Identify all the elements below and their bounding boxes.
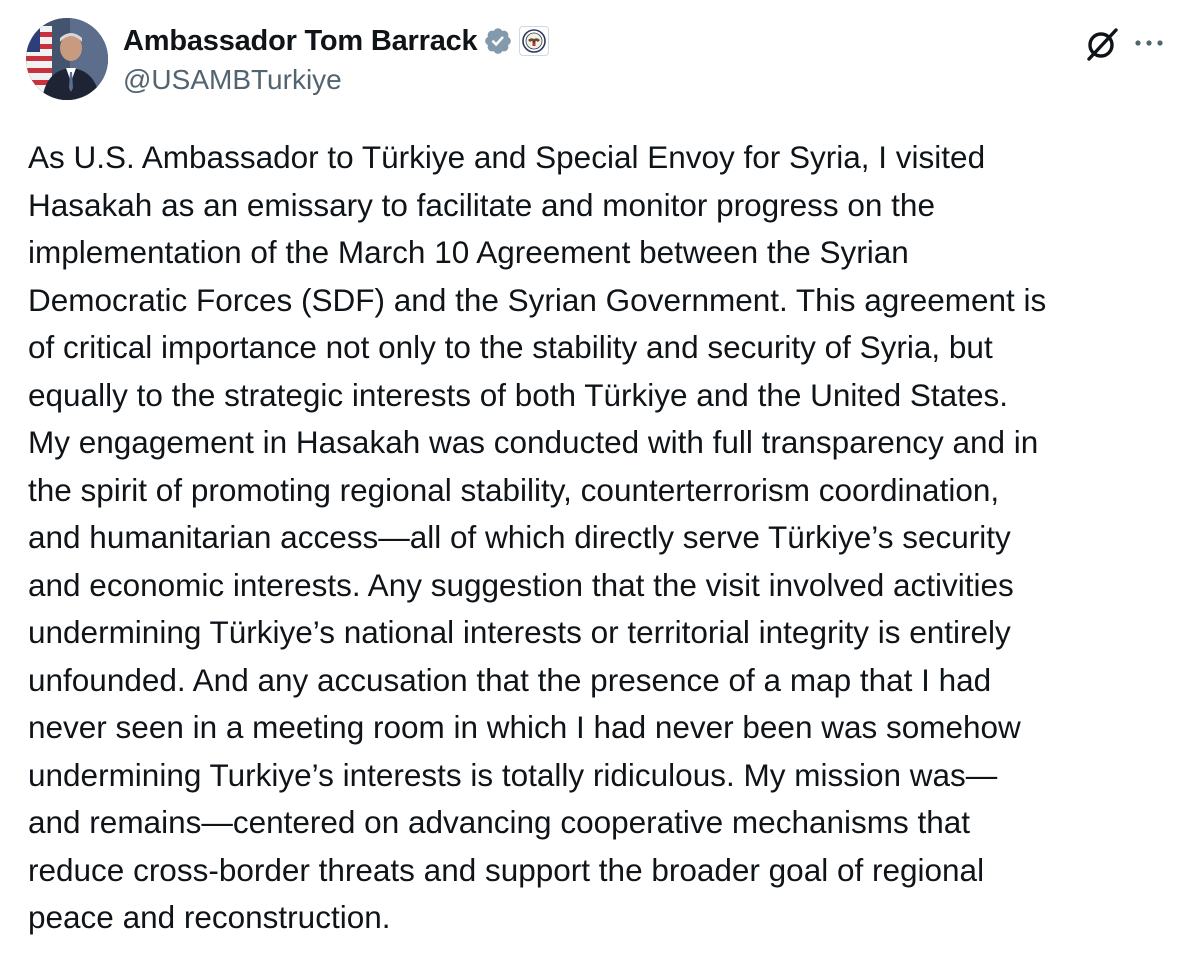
tweet-text-line: Democratic Forces (SDF) and the Syrian G… (28, 281, 1047, 318)
tweet-text-line: My engagement in Hasakah was conducted w… (28, 424, 1039, 460)
tweet-text-line: As U.S. Ambassador to Türkiye and Specia… (28, 139, 986, 175)
author-name-row: Ambassador Tom Barrack (123, 24, 550, 58)
tweet-text-line: and humanitarian access—all of which dir… (28, 519, 1011, 555)
avatar[interactable] (26, 18, 108, 100)
tweet-text-line: and economic interests. Any suggestion t… (28, 566, 1014, 603)
tweet-text-line: never seen in a meeting room in which I … (28, 709, 1021, 745)
tweet-text-line: undermining Turkiye’s interests is total… (28, 756, 998, 793)
tweet-text-line: of critical importance not only to the s… (28, 329, 993, 365)
tweet-text-line: Hasakah as an emissary to facilitate and… (28, 186, 935, 223)
tweet-text-line: undermining Türkiye’s national interests… (28, 614, 1011, 650)
tweet-text-line: reduce cross-border threats and support … (28, 851, 985, 888)
tweet-text-line: peace and reconstruction. (28, 899, 391, 935)
verified-icon[interactable] (483, 26, 513, 56)
tweet-text-line: and remains—centered on advancing cooper… (28, 804, 971, 840)
tweet-text-line: implementation of the March 10 Agreement… (28, 234, 909, 270)
author-display-name[interactable]: Ambassador Tom Barrack (123, 25, 478, 58)
tweet-header: Ambassador Tom Barrack @USAMBTurkiye (26, 18, 1166, 102)
tweet-text: As U.S. Ambassador to Türkiye and Specia… (28, 134, 1166, 942)
tweet-text-line: equally to the strategic interests of bo… (28, 376, 1008, 413)
us-state-department-seal-icon[interactable] (519, 26, 550, 56)
tweet-text-line: unfounded. And any accusation that the p… (28, 661, 992, 698)
more-icon[interactable] (1132, 28, 1166, 58)
author-handle[interactable]: @USAMBTurkiye (123, 64, 342, 96)
tweet-text-line: the spirit of promoting regional stabili… (28, 471, 1000, 508)
grok-icon[interactable] (1082, 24, 1122, 64)
